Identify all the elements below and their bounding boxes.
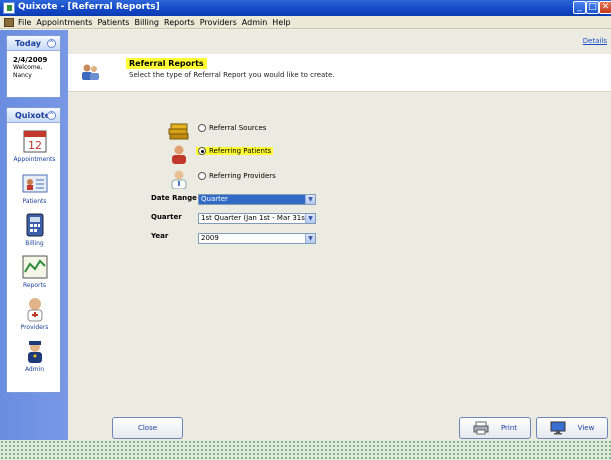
maximize-button[interactable]: □ bbox=[586, 1, 599, 14]
details-link[interactable]: Details bbox=[583, 37, 607, 45]
provider-icon bbox=[168, 169, 190, 190]
radio-referring-patients[interactable] bbox=[198, 147, 206, 155]
today-collapse-icon[interactable]: ^ bbox=[47, 39, 56, 48]
radio-referral-sources[interactable] bbox=[198, 124, 206, 132]
main-content: Details Referral Reports Select the type… bbox=[68, 30, 611, 440]
sidebar: Today ^ 2/4/2009 Welcome, Nancy Quixote … bbox=[0, 30, 68, 440]
option-referring-providers-label: Referring Providers bbox=[209, 172, 276, 180]
today-panel-title: Today bbox=[15, 39, 41, 48]
svg-text:12: 12 bbox=[28, 139, 42, 152]
today-panel-header[interactable]: Today ^ bbox=[7, 36, 60, 51]
nav-patients-label: Patients bbox=[22, 198, 47, 205]
minimize-button[interactable]: _ bbox=[573, 1, 586, 14]
print-button[interactable]: Print bbox=[459, 417, 531, 439]
patient-icon bbox=[168, 144, 190, 164]
option-referring-patients-label: Referring Patients bbox=[209, 147, 272, 155]
report-header: Referral Reports Select the type of Refe… bbox=[68, 54, 611, 92]
books-icon bbox=[168, 121, 190, 141]
monitor-icon bbox=[550, 421, 566, 435]
doctor-icon bbox=[22, 296, 48, 322]
option-referring-patients[interactable]: Referring Patients bbox=[196, 147, 274, 155]
chart-icon bbox=[22, 254, 48, 280]
nav-reports[interactable]: Reports bbox=[7, 254, 62, 289]
view-button-label: View bbox=[577, 424, 595, 432]
option-referring-providers[interactable]: Referring Providers bbox=[198, 172, 276, 180]
nav-providers-label: Providers bbox=[20, 324, 49, 331]
nav-providers[interactable]: Providers bbox=[7, 296, 62, 331]
chevron-down-icon[interactable]: ▼ bbox=[305, 195, 315, 204]
page-title: Referral Reports bbox=[126, 58, 207, 69]
quarter-value: 1st Quarter (Jan 1st - Mar 31st) bbox=[201, 214, 311, 222]
nav-billing[interactable]: Billing bbox=[7, 212, 62, 247]
year-label: Year bbox=[151, 232, 169, 240]
view-button[interactable]: View bbox=[536, 417, 608, 439]
quixote-panel-title: Quixote bbox=[15, 111, 51, 120]
chevron-down-icon[interactable]: ▼ bbox=[305, 234, 315, 243]
calendar-icon: 12 bbox=[22, 128, 48, 154]
quixote-collapse-icon[interactable]: ^ bbox=[47, 111, 56, 120]
today-date: 2/4/2009 bbox=[13, 56, 48, 64]
date-range-select[interactable]: Quarter ▼ bbox=[198, 194, 316, 205]
year-value: 2009 bbox=[201, 234, 219, 242]
close-button[interactable]: Close bbox=[112, 417, 183, 439]
year-select[interactable]: 2009 ▼ bbox=[198, 233, 316, 244]
menu-bar: File Appointments Patients Billing Repor… bbox=[0, 16, 611, 29]
window-title: Quixote - [Referral Reports] bbox=[18, 2, 160, 12]
date-range-label: Date Range bbox=[151, 194, 197, 202]
menu-billing[interactable]: Billing bbox=[134, 17, 159, 28]
nav-patients[interactable]: Patients bbox=[7, 170, 62, 205]
date-range-value: Quarter bbox=[201, 195, 229, 203]
welcome-text: Welcome, bbox=[13, 64, 43, 71]
option-referral-sources[interactable]: Referral Sources bbox=[198, 124, 266, 132]
nav-admin[interactable]: Admin bbox=[7, 338, 62, 373]
quarter-select[interactable]: 1st Quarter (Jan 1st - Mar 31st) ▼ bbox=[198, 213, 316, 224]
menu-appointments[interactable]: Appointments bbox=[36, 17, 92, 28]
today-panel: Today ^ 2/4/2009 Welcome, Nancy bbox=[6, 35, 61, 98]
user-name: Nancy bbox=[13, 72, 32, 79]
option-referral-sources-label: Referral Sources bbox=[209, 124, 267, 132]
calculator-icon bbox=[22, 212, 48, 238]
people-icon bbox=[80, 63, 100, 81]
bottom-pattern bbox=[0, 440, 611, 460]
menu-file[interactable]: File bbox=[18, 17, 31, 28]
quarter-label: Quarter bbox=[151, 213, 182, 221]
menu-providers[interactable]: Providers bbox=[200, 17, 237, 28]
menu-app-icon bbox=[4, 18, 14, 27]
printer-icon bbox=[473, 421, 489, 435]
nav-reports-label: Reports bbox=[22, 282, 46, 289]
menu-help[interactable]: Help bbox=[272, 17, 290, 28]
page-subtitle: Select the type of Referral Report you w… bbox=[129, 71, 335, 79]
quixote-panel-header[interactable]: Quixote ^ bbox=[7, 108, 60, 123]
quixote-panel: Quixote ^ 12 Appointments Patients Billi… bbox=[6, 107, 61, 393]
close-window-button[interactable]: ✕ bbox=[599, 1, 611, 14]
app-icon bbox=[3, 2, 15, 14]
nav-appointments[interactable]: 12 Appointments bbox=[7, 128, 62, 163]
nav-billing-label: Billing bbox=[25, 240, 44, 247]
close-button-label: Close bbox=[137, 424, 158, 432]
print-button-label: Print bbox=[500, 424, 518, 432]
admin-icon bbox=[22, 338, 48, 364]
radio-referring-providers[interactable] bbox=[198, 172, 206, 180]
patient-card-icon bbox=[22, 170, 48, 196]
title-bar: Quixote - [Referral Reports] _ □ ✕ bbox=[0, 0, 611, 16]
menu-admin[interactable]: Admin bbox=[242, 17, 268, 28]
nav-admin-label: Admin bbox=[24, 366, 45, 373]
chevron-down-icon[interactable]: ▼ bbox=[305, 214, 315, 223]
menu-reports[interactable]: Reports bbox=[164, 17, 195, 28]
menu-patients[interactable]: Patients bbox=[97, 17, 129, 28]
nav-appointments-label: Appointments bbox=[13, 156, 56, 163]
